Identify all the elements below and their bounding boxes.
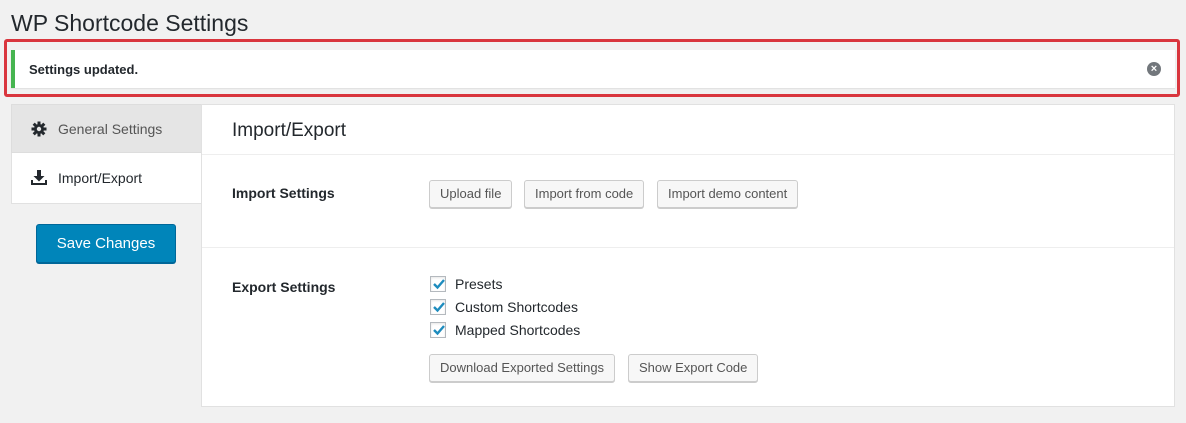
notice-message: Settings updated. xyxy=(29,61,139,77)
checkmark-icon xyxy=(433,325,445,336)
upload-file-button[interactable]: Upload file xyxy=(429,180,513,208)
download-icon xyxy=(30,169,48,187)
import-settings-label: Import Settings xyxy=(232,185,335,201)
import-from-code-button[interactable]: Import from code xyxy=(524,180,645,208)
export-settings-label: Export Settings xyxy=(232,279,336,295)
mapped-shortcodes-checkbox[interactable]: Mapped Shortcodes xyxy=(430,322,580,338)
import-export-panel: Import/Export Import Settings Upload fil… xyxy=(201,104,1175,407)
tab-general-settings-label: General Settings xyxy=(58,120,163,137)
tab-general-settings[interactable]: General Settings xyxy=(11,104,202,153)
import-demo-content-button[interactable]: Import demo content xyxy=(657,180,799,208)
close-circle-icon[interactable]: × xyxy=(1147,62,1161,76)
section-divider xyxy=(202,247,1174,248)
panel-title-divider xyxy=(202,154,1174,155)
show-export-code-button[interactable]: Show Export Code xyxy=(628,354,759,382)
custom-shortcodes-checkbox[interactable]: Custom Shortcodes xyxy=(430,299,578,315)
settings-updated-notice: Settings updated. × xyxy=(11,50,1175,88)
tab-import-export[interactable]: Import/Export xyxy=(11,153,202,204)
panel-title: Import/Export xyxy=(232,120,347,141)
checkbox-custom-shortcodes[interactable] xyxy=(430,299,446,315)
presets-checkbox[interactable]: Presets xyxy=(430,276,502,292)
settings-tabs: General Settings Import/Export xyxy=(11,104,202,204)
mapped-shortcodes-label: Mapped Shortcodes xyxy=(455,322,581,338)
download-exported-settings-button[interactable]: Download Exported Settings xyxy=(429,354,616,382)
tab-import-export-label: Import/Export xyxy=(58,170,143,186)
presets-label: Presets xyxy=(455,276,503,292)
gear-icon xyxy=(30,120,48,138)
checkbox-presets[interactable] xyxy=(430,276,446,292)
checkbox-mapped-shortcodes[interactable] xyxy=(430,322,446,338)
save-changes-button[interactable]: Save Changes xyxy=(36,224,176,263)
checkmark-icon xyxy=(433,279,445,290)
custom-shortcodes-label: Custom Shortcodes xyxy=(455,299,578,315)
checkmark-icon xyxy=(433,302,445,313)
page-title: WP Shortcode Settings xyxy=(11,10,249,36)
